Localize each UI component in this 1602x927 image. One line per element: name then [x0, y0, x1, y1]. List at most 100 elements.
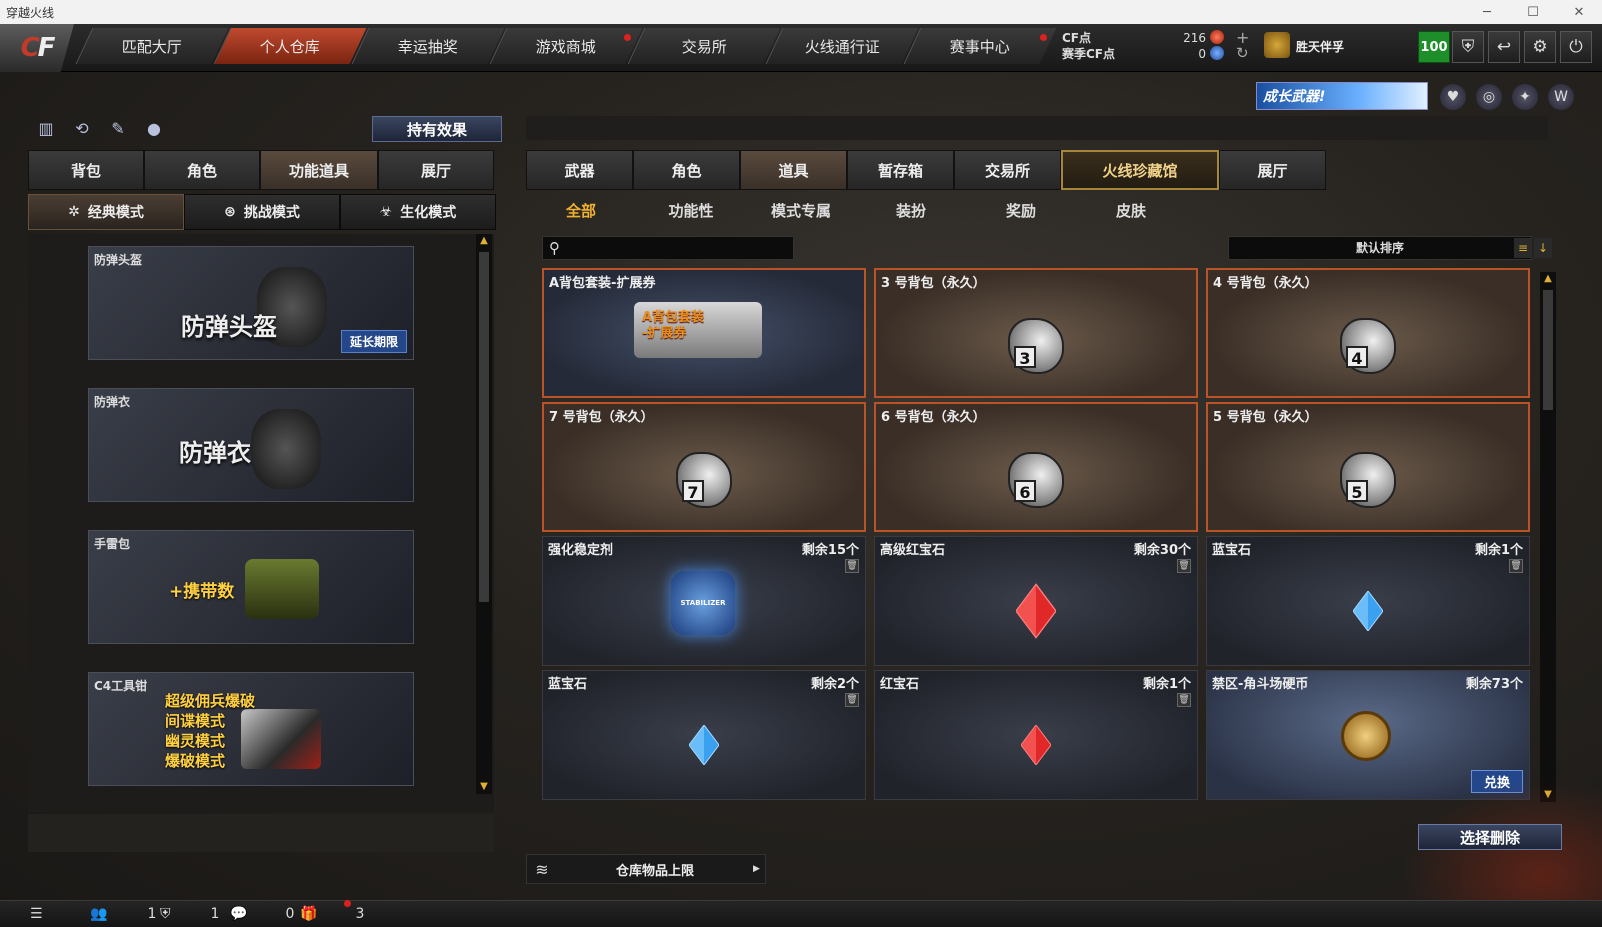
item-card[interactable]: 高级红宝石 剩余30个 🗑	[874, 536, 1198, 666]
close-icon[interactable]: ✕	[1556, 0, 1602, 24]
sub-tab[interactable]: 全部	[526, 196, 636, 226]
scroll-up-icon[interactable]: ▲	[1540, 272, 1556, 286]
chat-bubble-icon: 💬	[230, 906, 248, 922]
scroll-down-icon[interactable]: ▼	[476, 780, 492, 794]
item-card[interactable]: 5 号背包（永久） 5	[1206, 402, 1530, 532]
clan-shield-icon: ⛨	[160, 906, 171, 922]
item-card[interactable]: A背包套装-扩展券 A背包套装 -扩展券	[542, 268, 866, 398]
sort-direction-icon[interactable]: ↓	[1534, 238, 1552, 258]
globe-icon[interactable]: ◎	[1476, 84, 1502, 110]
mode-tab[interactable]: ✲ 经典模式	[28, 194, 184, 230]
shield-icon[interactable]: ⛨	[1452, 31, 1484, 63]
nav-tab[interactable]: 赛事中心	[903, 28, 1057, 64]
sub-tab[interactable]: 功能性	[636, 196, 746, 226]
growth-weapon-banner[interactable]: 成长武器!	[1256, 82, 1428, 110]
wand-icon[interactable]: ✎	[106, 116, 130, 140]
refresh-icon[interactable]: ↻	[1236, 44, 1249, 62]
nav-tab[interactable]: 交易所	[627, 28, 781, 64]
chart-icon[interactable]: ▥	[34, 116, 58, 140]
item-card-helmet[interactable]: 防弹头盔 防弹头盔 延长期限	[88, 246, 414, 360]
season-cf-value: 0	[1198, 47, 1206, 61]
mode-tabs: ✲ 经典模式 ⊛ 挑战模式 ☣ 生化模式	[28, 194, 496, 230]
item-card-grenade-pack[interactable]: 手雷包 +携带数	[88, 530, 414, 644]
c4-mode-line: 幽灵模式	[165, 732, 226, 750]
minimize-icon[interactable]: ─	[1464, 0, 1510, 24]
item-card[interactable]: 3 号背包（永久） 3	[874, 268, 1198, 398]
gift-icon: 🎁	[300, 906, 318, 922]
scroll-thumb[interactable]	[479, 252, 489, 602]
left-tab[interactable]: 背包	[28, 150, 144, 190]
mode-tab[interactable]: ⊛ 挑战模式	[184, 194, 340, 230]
challenge-mode-icon: ⊛	[224, 204, 236, 220]
nav-tab[interactable]: 游戏商城	[489, 28, 643, 64]
sub-tab[interactable]: 装扮	[856, 196, 966, 226]
right-tab[interactable]: 火线珍藏馆	[1061, 150, 1219, 190]
right-tab[interactable]: 展厅	[1219, 150, 1326, 190]
item-card-c4-pliers[interactable]: C4工具钳 超级佣兵爆破 间谍模式 幽灵模式 爆破模式	[88, 672, 414, 786]
item-card[interactable]: 红宝石 剩余1个 🗑	[874, 670, 1198, 800]
left-scrollbar[interactable]: ▲ ▼	[476, 234, 492, 794]
recycle-icon[interactable]: ⟲	[70, 116, 94, 140]
list-view-icon[interactable]: ≡	[1514, 238, 1532, 258]
item-card[interactable]: 蓝宝石 剩余1个 🗑	[1206, 536, 1530, 666]
trash-icon[interactable]: 🗑	[1177, 693, 1191, 707]
item-card[interactable]: 7 号背包（永久） 7	[542, 402, 866, 532]
right-tab[interactable]: 角色	[633, 150, 740, 190]
search-icon: ⚲	[549, 239, 560, 257]
bag-number: 5	[1346, 479, 1368, 502]
right-tab[interactable]: 交易所	[954, 150, 1061, 190]
scroll-up-icon[interactable]: ▲	[476, 234, 492, 248]
badge-icon[interactable]: ✦	[1512, 84, 1538, 110]
item-card[interactable]: 6 号背包（永久） 6	[874, 402, 1198, 532]
maximize-icon[interactable]: ☐	[1510, 0, 1556, 24]
right-top-bar	[526, 116, 1548, 140]
search-box[interactable]: ⚲	[542, 236, 794, 260]
trash-icon[interactable]: 🗑	[845, 559, 859, 573]
nav-tab[interactable]: 火线通行证	[765, 28, 919, 64]
sort-dropdown[interactable]: 默认排序	[1228, 236, 1532, 260]
select-delete-button[interactable]: 选择删除	[1418, 824, 1562, 850]
w-logo-icon[interactable]: W	[1548, 84, 1574, 110]
right-tab[interactable]: 道具	[740, 150, 847, 190]
item-name: 红宝石	[880, 677, 920, 692]
right-tab[interactable]: 武器	[526, 150, 633, 190]
holding-effect-button[interactable]: 持有效果	[372, 116, 502, 142]
sub-tab[interactable]: 皮肤	[1076, 196, 1186, 226]
item-card[interactable]: 蓝宝石 剩余2个 🗑	[542, 670, 866, 800]
capacity-bar[interactable]: ≋ 仓库物品上限 ▶	[526, 854, 766, 884]
item-name: 蓝宝石	[1212, 543, 1252, 558]
left-tab[interactable]: 展厅	[378, 150, 494, 190]
right-tab[interactable]: 暂存箱	[847, 150, 954, 190]
trash-icon[interactable]: 🗑	[845, 693, 859, 707]
friends-status[interactable]: 👥 1	[90, 906, 160, 922]
item-card-vest[interactable]: 防弹衣 防弹衣	[88, 388, 414, 502]
logo-f-mark: F	[37, 33, 56, 63]
left-tab[interactable]: 功能道具	[260, 150, 378, 190]
return-icon[interactable]: ↩	[1488, 31, 1520, 63]
mode-tab[interactable]: ☣ 生化模式	[340, 194, 496, 230]
nav-tab[interactable]: 匹配大厅	[75, 28, 229, 64]
left-tab[interactable]: 角色	[144, 150, 260, 190]
trash-icon[interactable]: 🗑	[1177, 559, 1191, 573]
menu-list-icon[interactable]: ☰	[30, 906, 90, 922]
power-icon[interactable]: ⏻	[1560, 31, 1592, 63]
sapphire-icon	[1353, 591, 1383, 632]
level-badge[interactable]: 100	[1418, 31, 1450, 63]
grenade-icon[interactable]: ●	[142, 116, 166, 140]
messages-status[interactable]: 💬 0	[230, 906, 300, 922]
trash-icon[interactable]: 🗑	[1509, 559, 1523, 573]
clan-status[interactable]: ⛨ 1	[160, 906, 230, 922]
gear-icon[interactable]: ⚙	[1524, 31, 1556, 63]
sub-tab[interactable]: 模式专属	[746, 196, 856, 226]
right-scrollbar[interactable]: ▲ ▼	[1540, 272, 1556, 802]
nav-tab[interactable]: 幸运抽奖	[351, 28, 505, 64]
item-card[interactable]: 强化稳定剂 剩余15个 🗑 STABILIZER	[542, 536, 866, 666]
extend-period-button[interactable]: 延长期限	[340, 330, 407, 353]
gifts-status[interactable]: 🎁 3	[300, 900, 370, 922]
nav-tab[interactable]: 个人仓库	[213, 28, 367, 64]
scroll-thumb[interactable]	[1543, 290, 1553, 410]
mode-tab-label: 生化模式	[400, 205, 457, 221]
sub-tab[interactable]: 奖励	[966, 196, 1076, 226]
item-card[interactable]: 4 号背包（永久） 4	[1206, 268, 1530, 398]
vip-shield-icon[interactable]: ♥	[1440, 84, 1466, 110]
